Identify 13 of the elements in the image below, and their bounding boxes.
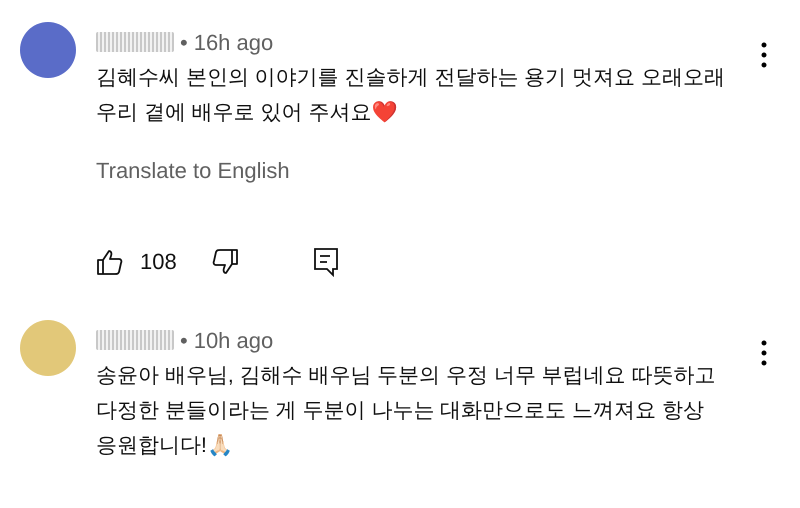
comment-time[interactable]: 10h ago <box>194 324 274 356</box>
comment-text: 김혜수씨 본인의 이야기를 진솔하게 전달하는 용기 멋져요 오래오래 우리 곁에 배우로 있어 주셔요❤ <box>96 66 725 124</box>
like-count: 108 <box>140 248 177 276</box>
reply-icon[interactable] <box>312 246 339 276</box>
translate-link[interactable]: Translate to English <box>96 154 290 187</box>
more-options-icon[interactable] <box>760 340 768 366</box>
thumbs-down-icon[interactable] <box>210 248 239 276</box>
comment-time[interactable]: 16h ago <box>194 26 274 58</box>
more-options-icon[interactable] <box>760 42 768 68</box>
separator-dot: • <box>180 28 188 56</box>
separator-dot: • <box>180 326 188 354</box>
thumbs-up-icon[interactable] <box>96 248 124 276</box>
comment-text: 송윤아 배우님, 김해수 배우님 두분의 우정 너무 부럽네요 따뜻하고 다정한 분들이라는 게 두분이 나누는 대화만으로도 느껴져요 항상 응원합니다!🙏🏻 <box>96 364 716 457</box>
